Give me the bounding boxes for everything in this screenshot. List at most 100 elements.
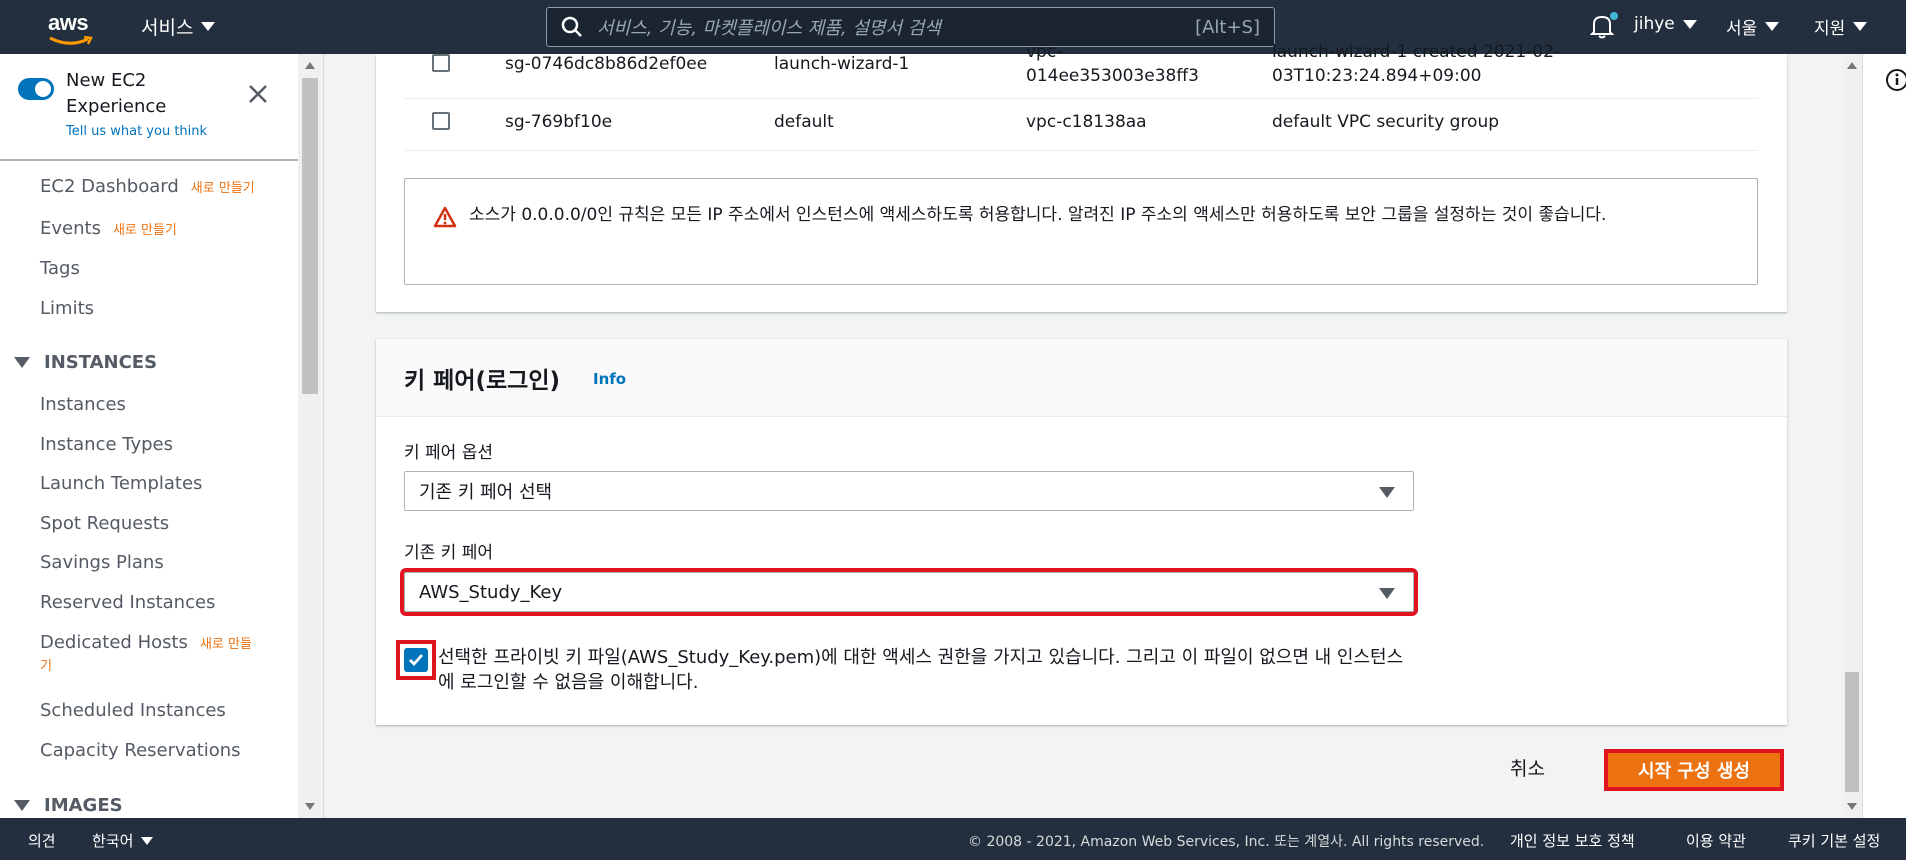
search-shortcut: [Alt+S] (1195, 16, 1260, 38)
chevron-down-icon (141, 836, 154, 845)
sg-id: sg-769bf10e (505, 112, 613, 132)
sg-desc: default VPC security group (1272, 112, 1500, 132)
sidebar-item-scheduled-instances[interactable]: Scheduled Instances (40, 700, 226, 721)
notifications-button[interactable] (1589, 12, 1618, 41)
chevron-down-icon (1853, 22, 1868, 31)
chevron-down-icon (201, 22, 216, 31)
new-badge-wrap: 기 (40, 659, 52, 674)
scroll-up-icon[interactable] (1847, 62, 1857, 69)
key-pair-header: 키 페어(로그인) Info (376, 339, 1787, 417)
sidebar-item-limits[interactable]: Limits (40, 298, 94, 319)
sidebar-section-instances[interactable]: INSTANCES (14, 352, 157, 373)
section-label: INSTANCES (44, 352, 158, 373)
table-row[interactable]: sg-769bf10e default vpc-c18138aa default… (404, 99, 1758, 151)
key-pair-title: 키 페어(로그인) (404, 368, 560, 394)
new-badge: 새로 만들기 (112, 223, 177, 238)
sidebar-item-events[interactable]: Events 새로 만들기 (40, 218, 177, 239)
chevron-down-icon (1765, 22, 1780, 31)
sg-vpc: vpc-c18138aa (1026, 112, 1147, 132)
sidebar-item-label: EC2 Dashboard (40, 176, 179, 197)
footer: 의견 한국어 © 2008 - 2021, Amazon Web Service… (0, 818, 1906, 860)
existing-key-pair-select[interactable]: AWS_Study_Key (400, 568, 1418, 616)
sidebar-item-tags[interactable]: Tags (40, 258, 80, 279)
aws-logo-text: aws (48, 10, 89, 35)
new-experience-toggle[interactable] (18, 78, 54, 100)
sg-name: launch-wizard-1 (774, 54, 910, 74)
user-menu[interactable]: jihye (1634, 14, 1697, 34)
info-icon[interactable] (1885, 68, 1906, 92)
language-selector[interactable]: 한국어 (92, 830, 154, 851)
search-icon (561, 16, 582, 37)
close-icon[interactable] (246, 82, 270, 106)
region-menu[interactable]: 서울 (1726, 14, 1780, 39)
main-scrollbar[interactable] (1842, 54, 1862, 818)
warning-text: 소스가 0.0.0.0/0인 규칙은 모든 IP 주소에서 인스턴스에 액세스하… (469, 205, 1607, 225)
services-label: 서비스 (141, 17, 194, 39)
services-menu[interactable]: 서비스 (141, 13, 216, 40)
sidebar-section-images[interactable]: IMAGES (14, 795, 123, 816)
warning-icon (433, 206, 457, 228)
scrollbar-thumb[interactable] (1845, 672, 1859, 792)
chevron-down-icon (14, 800, 30, 811)
aws-logo[interactable]: aws (48, 10, 96, 45)
search-bar[interactable]: 서비스, 기능, 마켓플레이스 제품, 설명서 검색 [Alt+S] (546, 7, 1275, 47)
sidebar-item-spot-requests[interactable]: Spot Requests (40, 513, 169, 534)
sg-desc-line2: 03T10:23:24.894+09:00 (1272, 66, 1482, 86)
table-row[interactable]: sg-0746dc8b86d2ef0ee launch-wizard-1 vpc… (404, 42, 1758, 99)
privacy-link[interactable]: 개인 정보 보호 정책 (1510, 830, 1635, 851)
chevron-down-icon (1682, 19, 1697, 29)
copyright-text: © 2008 - 2021, Amazon Web Services, Inc.… (968, 834, 1485, 850)
user-name: jihye (1634, 14, 1675, 34)
sg-id: sg-0746dc8b86d2ef0ee (505, 54, 708, 74)
sidebar-scrollbar[interactable] (298, 54, 324, 818)
chevron-down-icon (14, 357, 30, 368)
support-label: 지원 (1814, 19, 1846, 39)
chevron-down-icon (1379, 588, 1395, 599)
scroll-down-icon[interactable] (1847, 803, 1857, 810)
support-menu[interactable]: 지원 (1814, 14, 1868, 39)
key-pair-option-select[interactable]: 기존 키 페어 선택 (404, 471, 1414, 511)
sidebar-item-instance-types[interactable]: Instance Types (40, 434, 173, 455)
sidebar-divider (0, 159, 298, 161)
sg-vpc-line1: vpc- (1026, 42, 1063, 62)
scrollbar-thumb[interactable] (302, 78, 318, 394)
region-name: 서울 (1726, 19, 1758, 39)
sidebar-item-capacity-reservations[interactable]: Capacity Reservations (40, 740, 241, 761)
chevron-down-icon (1379, 487, 1395, 498)
row-checkbox[interactable] (432, 54, 450, 72)
sidebar-item-instances[interactable]: Instances (40, 394, 126, 415)
open-access-warning: 소스가 0.0.0.0/0인 규칙은 모든 IP 주소에서 인스턴스에 액세스하… (404, 178, 1758, 285)
sg-vpc-line2: 014ee353003e38ff3 (1026, 66, 1199, 86)
existing-key-pair-label: 기존 키 페어 (404, 543, 494, 563)
aws-smile-icon (49, 36, 93, 45)
feedback-link[interactable]: 의견 (28, 830, 56, 851)
sidebar-item-dedicated-hosts[interactable]: Dedicated Hosts 새로 만들 기 (40, 632, 252, 674)
new-badge: 새로 만들 (199, 637, 252, 652)
feedback-link[interactable]: Tell us what you think (66, 124, 207, 139)
sg-name: default (774, 112, 834, 132)
create-launch-config-button[interactable]: 시작 구성 생성 (1604, 749, 1784, 791)
key-pair-option-label: 키 페어 옵션 (404, 443, 494, 463)
section-label: IMAGES (44, 795, 123, 816)
sidebar-item-label: Dedicated Hosts (40, 632, 188, 653)
new-badge: 새로 만들기 (190, 181, 255, 196)
acknowledge-text: 선택한 프라이빗 키 파일(AWS_Study_Key.pem)에 대한 액세스… (438, 647, 1404, 693)
sidebar-item-label: Events (40, 218, 101, 239)
cancel-button[interactable]: 취소 (1510, 754, 1545, 781)
sidebar-item-launch-templates[interactable]: Launch Templates (40, 473, 202, 494)
acknowledge-checkbox[interactable] (404, 648, 428, 672)
info-link[interactable]: Info (593, 370, 626, 388)
search-input[interactable]: 서비스, 기능, 마켓플레이스 제품, 설명서 검색 (597, 14, 1195, 40)
sidebar-item-reserved-instances[interactable]: Reserved Instances (40, 592, 215, 613)
top-navigation: aws 서비스 서비스, 기능, 마켓플레이스 제품, 설명서 검색 [Alt+… (0, 0, 1906, 54)
sidebar-item-savings-plans[interactable]: Savings Plans (40, 552, 164, 573)
terms-link[interactable]: 이용 약관 (1686, 830, 1746, 851)
cookie-preferences-link[interactable]: 쿠키 기본 설정 (1788, 830, 1880, 851)
scroll-down-icon[interactable] (305, 803, 315, 810)
row-checkbox[interactable] (432, 112, 450, 130)
scroll-up-icon[interactable] (305, 62, 315, 69)
checkmark-icon (409, 654, 424, 667)
new-experience-title: New EC2 Experience (66, 70, 167, 117)
sidebar-item-dashboard[interactable]: EC2 Dashboard 새로 만들기 (40, 176, 255, 197)
sidebar: New EC2 Experience Tell us what you thin… (0, 54, 298, 818)
